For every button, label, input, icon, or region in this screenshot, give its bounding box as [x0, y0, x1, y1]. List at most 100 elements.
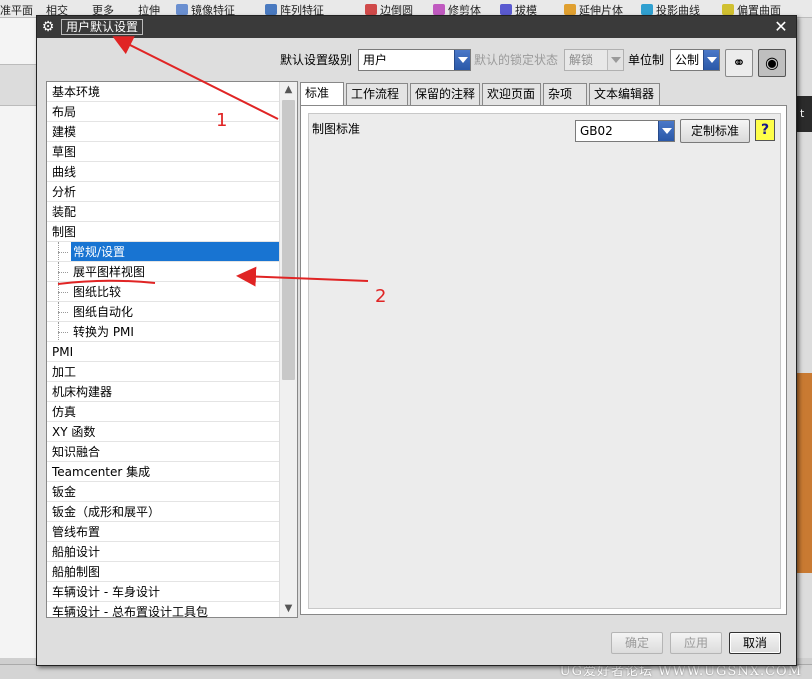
tree-child-item[interactable]: 图纸比较 — [47, 282, 279, 302]
navigator-panel — [0, 18, 36, 658]
tree-item-label: 转换为 PMI — [73, 325, 134, 339]
tree-item-label: 钣金 — [52, 485, 77, 499]
tree-item[interactable]: 分析 — [47, 182, 279, 202]
tree-item[interactable]: 钣金（成形和展平） — [47, 502, 279, 522]
tree-item[interactable]: 机床构建器 — [47, 382, 279, 402]
tab-workflow[interactable]: 工作流程 — [346, 83, 408, 105]
model-body — [797, 373, 812, 573]
tree-item-label: 加工 — [52, 365, 77, 379]
draft-icon — [500, 4, 512, 15]
tree-item-label: 机床构建器 — [52, 385, 113, 399]
tree-item[interactable]: 仿真 — [47, 402, 279, 422]
tree-item[interactable]: 船舶制图 — [47, 562, 279, 582]
standard-panel: 制图标准 GB02 定制标准 ? — [308, 113, 781, 609]
cancel-button[interactable]: 取消 — [729, 632, 781, 654]
tree-item-label: 曲线 — [52, 165, 77, 179]
find-setting-button[interactable]: ⚭ — [725, 49, 753, 77]
tree-item-label: 船舶设计 — [52, 545, 101, 559]
tree-item-label: 船舶制图 — [52, 565, 101, 579]
eye-icon: ◉ — [765, 53, 779, 72]
tab-standard[interactable]: 标准 — [300, 82, 344, 106]
dialog-title: 用户默认设置 — [61, 19, 144, 35]
lock-state-select[interactable]: 解锁 — [564, 49, 624, 71]
tree-item[interactable]: Teamcenter 集成 — [47, 462, 279, 482]
tree-item-label: 制图 — [52, 225, 77, 239]
user-defaults-dialog: ⚙ 用户默认设置 ✕ 默认设置级别 用户 默认的锁定状态 解锁 单位制 公制 ⚭… — [36, 15, 797, 666]
navigator-toolbar — [0, 64, 36, 106]
edge-blend-icon — [365, 4, 377, 15]
extend-sheet-icon — [564, 4, 576, 15]
dialog-titlebar[interactable]: ⚙ 用户默认设置 ✕ — [37, 16, 796, 38]
tree-scrollbar[interactable]: ▲ ▼ — [279, 82, 297, 617]
tree-item[interactable]: 基本环境 — [47, 82, 279, 102]
tree-item[interactable]: 加工 — [47, 362, 279, 382]
tree-item[interactable]: 知识融合 — [47, 442, 279, 462]
tree-item[interactable]: 装配 — [47, 202, 279, 222]
binoculars-icon: ⚭ — [732, 53, 746, 72]
apply-button[interactable]: 应用 — [670, 632, 722, 654]
tree-item[interactable]: 制图 — [47, 222, 279, 242]
tree-item[interactable]: 车辆设计 - 车身设计 — [47, 582, 279, 602]
tree-item[interactable]: 船舶设计 — [47, 542, 279, 562]
annotation-label-2: 2 — [375, 286, 387, 307]
tree-item[interactable]: 建模 — [47, 122, 279, 142]
tree-item-label: PMI — [52, 345, 74, 359]
show-changes-button[interactable]: ◉ — [758, 49, 786, 77]
settings-level-label: 默认设置级别 — [280, 53, 353, 67]
chevron-down-icon — [703, 50, 719, 70]
trim-body-icon — [433, 4, 445, 15]
drafting-standard-label: 制图标准 — [312, 122, 361, 136]
offset-surface-icon — [722, 4, 734, 15]
gear-icon: ⚙ — [41, 19, 55, 35]
category-tree[interactable]: 基本环境布局 建模草图曲线分析装配制图常规/设置展平图样视图 图纸比较图纸自动化转换… — [46, 81, 298, 618]
settings-level-select[interactable]: 用户 — [358, 49, 471, 71]
tree-item-label: 基本环境 — [52, 85, 101, 99]
tree-item-label: 仿真 — [52, 405, 77, 419]
tree-item[interactable]: XY 函数 — [47, 422, 279, 442]
tree-rows: 基本环境布局 建模草图曲线分析装配制图常规/设置展平图样视图 图纸比较图纸自动化转换… — [47, 82, 279, 618]
tab-retained-annotations[interactable]: 保留的注释 — [410, 83, 480, 105]
tree-item[interactable]: 布局 — [47, 102, 279, 122]
pattern-feature-icon — [265, 4, 277, 15]
tab-panel: 制图标准 GB02 定制标准 ? — [300, 105, 787, 615]
tree-item-label: 车辆设计 - 总布置设计工具包 — [52, 605, 208, 618]
tree-item-label: 常规/设置 — [71, 242, 279, 261]
tree-child-item[interactable]: 常规/设置 — [47, 242, 279, 262]
tree-item-label: 图纸比较 — [73, 285, 122, 299]
tab-misc[interactable]: 杂项 — [543, 83, 587, 105]
close-icon[interactable]: ✕ — [769, 18, 793, 36]
tree-item[interactable]: 钣金 — [47, 482, 279, 502]
tree-item-label: 展平图样视图 — [73, 265, 146, 279]
tab-welcome-page[interactable]: 欢迎页面 — [482, 83, 541, 105]
tab-text-editor[interactable]: 文本编辑器 — [589, 83, 660, 105]
tree-child-item[interactable]: 图纸自动化 — [47, 302, 279, 322]
chevron-up-icon[interactable]: ▲ — [280, 82, 297, 98]
tree-item-label: XY 函数 — [52, 425, 96, 439]
tree-child-item[interactable]: 转换为 PMI — [47, 322, 279, 342]
tree-child-item[interactable]: 展平图样视图 — [47, 262, 279, 282]
chevron-down-icon[interactable]: ▼ — [280, 601, 297, 617]
annotation-label-1: 1 — [216, 110, 228, 131]
tree-item-label: Teamcenter 集成 — [52, 465, 151, 479]
tree-item-label: 草图 — [52, 145, 77, 159]
graphics-window: t — [797, 18, 812, 658]
chevron-down-icon — [658, 121, 674, 141]
unit-select[interactable]: 公制 — [670, 49, 720, 71]
tree-item-label: 知识融合 — [52, 445, 101, 459]
tree-item-label: 分析 — [52, 185, 77, 199]
ok-button[interactable]: 确定 — [611, 632, 663, 654]
chevron-down-icon — [454, 50, 470, 70]
scrollbar-thumb[interactable] — [282, 100, 295, 380]
help-icon[interactable]: ? — [755, 119, 775, 141]
tree-item[interactable]: PMI — [47, 342, 279, 362]
tree-item[interactable]: 曲线 — [47, 162, 279, 182]
tree-item[interactable]: 车辆设计 - 总布置设计工具包 — [47, 602, 279, 618]
drafting-standard-select[interactable]: GB02 — [575, 120, 675, 142]
tree-item[interactable]: 管线布置 — [47, 522, 279, 542]
tree-item-label: 钣金（成形和展平） — [52, 505, 161, 519]
customize-standard-button[interactable]: 定制标准 — [680, 119, 750, 143]
tree-item-label: 管线布置 — [52, 525, 101, 539]
tree-item[interactable]: 草图 — [47, 142, 279, 162]
toolbar-item[interactable]: 准平面 — [0, 2, 33, 18]
tree-item-label: 车辆设计 - 车身设计 — [52, 585, 160, 599]
